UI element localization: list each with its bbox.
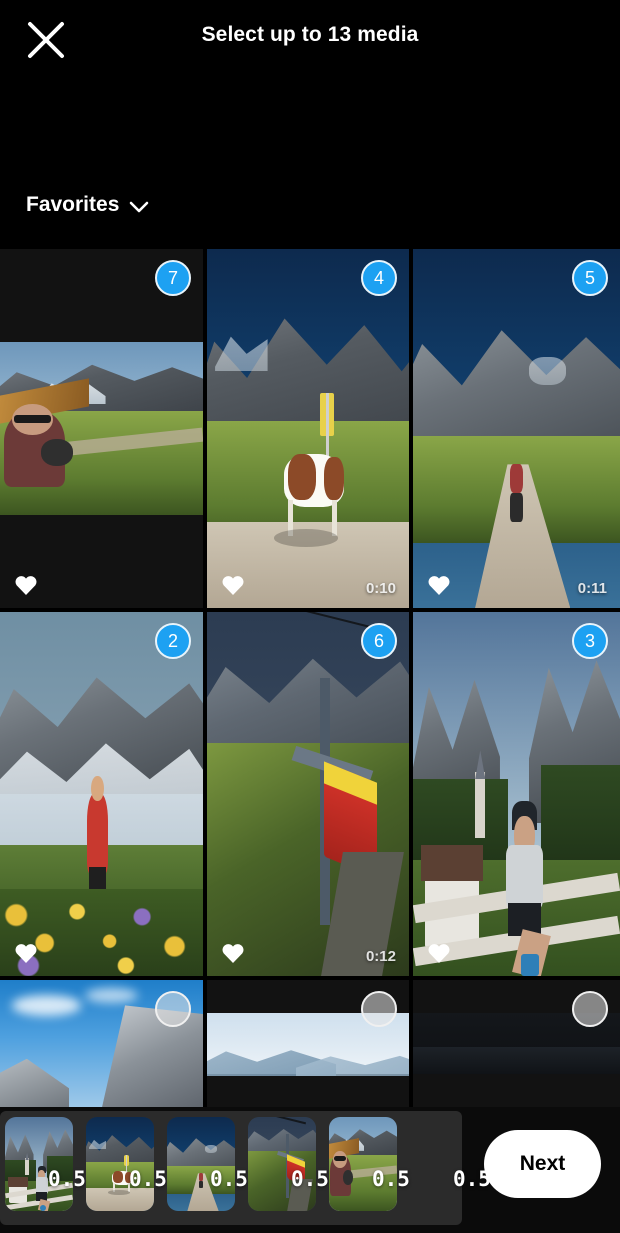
- filmstrip-thumbnail[interactable]: [167, 1117, 235, 1211]
- heart-icon: [427, 574, 451, 596]
- grid-item[interactable]: 6 0:12: [207, 612, 409, 976]
- media-thumbnail: [0, 612, 203, 976]
- photo-selfie-hut-alps: [0, 342, 203, 515]
- grid-item[interactable]: [207, 980, 409, 1107]
- filmstrip-thumbnail[interactable]: [86, 1117, 154, 1211]
- photo-hiker-trail-cliff: [413, 249, 620, 608]
- selection-badge-selected[interactable]: 3: [572, 623, 608, 659]
- filmstrip-thumbnail-image: [248, 1117, 316, 1211]
- grid-item[interactable]: 5 0:11: [413, 249, 620, 608]
- filmstrip-thumbnail[interactable]: [248, 1117, 316, 1211]
- video-duration-label: 0:10: [365, 580, 396, 597]
- filmstrip-thumbnail-image: [167, 1117, 235, 1211]
- page-title: Select up to 13 media: [201, 23, 419, 46]
- selection-badge-selected[interactable]: 7: [155, 260, 191, 296]
- media-thumbnail: [0, 342, 203, 515]
- chevron-down-icon: [129, 198, 149, 213]
- grid-item[interactable]: 3: [413, 612, 620, 976]
- grid-item[interactable]: 4 0:10: [207, 249, 409, 608]
- selection-badge-selected[interactable]: 6: [361, 623, 397, 659]
- photo-cow-meadow-cliff: [207, 249, 409, 608]
- photo-cow-meadow-cliff: [86, 1117, 154, 1211]
- heart-icon: [14, 942, 38, 964]
- header-bar: Select up to 13 media: [0, 0, 620, 76]
- photo-red-train-slope: [207, 612, 409, 976]
- album-selector[interactable]: Favorites: [26, 193, 149, 217]
- media-grid: 7 4 0:10 5 0:11 2 6 0:12 3: [0, 249, 620, 1107]
- video-duration-label: 0:11: [577, 580, 607, 597]
- selection-badge-empty[interactable]: [572, 991, 608, 1027]
- heart-icon: [14, 574, 38, 596]
- grid-item[interactable]: 2: [0, 612, 203, 976]
- selection-badge-empty[interactable]: [361, 991, 397, 1027]
- heart-icon: [221, 942, 245, 964]
- filmstrip-thumbnails: [5, 1117, 397, 1211]
- heart-icon: [427, 942, 451, 964]
- media-thumbnail: [207, 249, 409, 608]
- grid-item[interactable]: 7: [0, 249, 203, 608]
- grid-item[interactable]: [413, 980, 620, 1107]
- grid-item[interactable]: [0, 980, 203, 1107]
- photo-woman-fence-village: [5, 1117, 73, 1211]
- photo-red-train-slope: [248, 1117, 316, 1211]
- filmstrip-thumbnail-image: [86, 1117, 154, 1211]
- filmstrip-thumbnail-image: [5, 1117, 73, 1211]
- filmstrip-thumbnail-image: [329, 1117, 397, 1211]
- selection-badge-selected[interactable]: 5: [572, 260, 608, 296]
- photo-hiker-trail-cliff: [167, 1117, 235, 1211]
- filmstrip-thumbnail[interactable]: [329, 1117, 397, 1211]
- selection-badge-empty[interactable]: [155, 991, 191, 1027]
- photo-woman-flowers-glacier: [0, 612, 203, 976]
- filmstrip-thumbnail[interactable]: [5, 1117, 73, 1211]
- album-selector-label: Favorites: [26, 193, 120, 216]
- selection-badge-selected[interactable]: 2: [155, 623, 191, 659]
- heart-icon: [221, 574, 245, 596]
- media-thumbnail: [207, 612, 409, 976]
- next-button[interactable]: Next: [484, 1130, 601, 1198]
- media-thumbnail: [413, 612, 620, 976]
- media-thumbnail: [413, 249, 620, 608]
- video-duration-label: 0:12: [365, 948, 396, 965]
- selection-badge-selected[interactable]: 4: [361, 260, 397, 296]
- photo-selfie-hut-alps: [329, 1117, 397, 1211]
- photo-woman-fence-village: [413, 612, 620, 976]
